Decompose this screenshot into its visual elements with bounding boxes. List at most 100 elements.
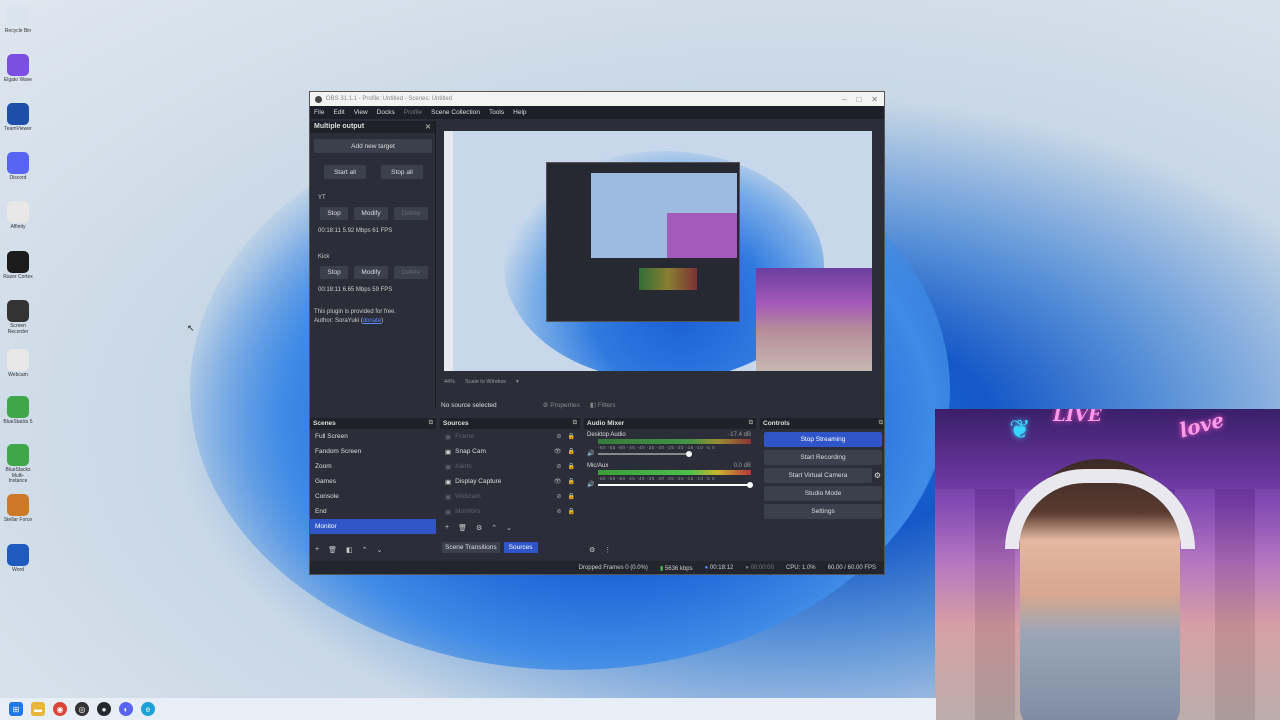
desktop-shortcut[interactable]: Word — [3, 544, 33, 574]
source-up-icon[interactable]: ⌃ — [491, 524, 497, 532]
sources-dock-menu-icon[interactable]: ⧉ — [573, 420, 577, 427]
zoom-level[interactable]: 44% — [444, 379, 455, 385]
desktop-shortcut[interactable]: Affinity — [3, 201, 33, 231]
eye-hidden-icon[interactable]: ⊘ — [556, 508, 561, 515]
edge-icon[interactable]: e — [141, 702, 155, 716]
menu-help[interactable]: Help — [513, 109, 526, 116]
eye-icon[interactable]: 👁 — [554, 478, 562, 485]
mixer-more-icon[interactable]: ⋮ — [604, 546, 611, 554]
mixer-dock-menu-icon[interactable]: ⧉ — [749, 420, 753, 427]
scene-item[interactable]: Fandom Screen — [310, 444, 436, 459]
yt-stop-button[interactable]: Stop — [320, 207, 348, 220]
desktop-shortcut[interactable]: BlueStacks Multi-Instance — [3, 444, 33, 485]
add-new-target-button[interactable]: Add new target — [314, 139, 432, 153]
lock-icon[interactable]: 🔒 — [568, 478, 575, 485]
windows-start-icon[interactable]: ⊞ — [9, 702, 23, 716]
desktop-shortcut[interactable]: Stellar Force — [3, 494, 33, 524]
desktop-shortcut[interactable]: Recycle Bin — [3, 5, 33, 35]
desktop-shortcut[interactable]: TeamViewer — [3, 103, 33, 133]
menu-file[interactable]: File — [314, 109, 324, 116]
tab-sources[interactable]: Sources — [503, 542, 538, 553]
settings-button[interactable]: Settings — [764, 504, 882, 519]
donate-link[interactable]: donate — [363, 318, 381, 324]
desktop-shortcut[interactable]: Webcam — [3, 349, 33, 379]
dock-close-icon[interactable]: ✕ — [425, 123, 431, 131]
menu-view[interactable]: View — [354, 109, 368, 116]
eye-hidden-icon[interactable]: ⊘ — [556, 493, 561, 500]
scene-item[interactable]: Full Screen — [310, 429, 436, 444]
menu-scene-collection[interactable]: Scene Collection — [431, 109, 480, 116]
source-item[interactable]: ▣ Alerts ⊘ 🔒 — [440, 459, 580, 474]
desktop-shortcut[interactable]: Discord — [3, 152, 33, 182]
scene-item[interactable]: Console — [310, 489, 436, 504]
volume-slider[interactable]: 🔊 — [584, 481, 756, 488]
yt-modify-button[interactable]: Modify — [354, 207, 388, 220]
controls-dock-menu-icon[interactable]: ⧉ — [879, 420, 883, 427]
scene-item[interactable]: Zoom — [310, 459, 436, 474]
lock-icon[interactable]: 🔒 — [568, 493, 575, 500]
window-titlebar[interactable]: OBS 31.1.1 - Profile: Untitled - Scenes:… — [310, 92, 884, 106]
menu-tools[interactable]: Tools — [489, 109, 504, 116]
scene-filters-icon[interactable]: ◧ — [346, 546, 353, 554]
add-source-icon[interactable]: + — [445, 524, 449, 532]
move-up-icon[interactable]: ⌃ — [362, 546, 368, 554]
volume-slider[interactable]: 🔊 — [584, 450, 756, 457]
eye-hidden-icon[interactable]: ⊘ — [556, 463, 561, 470]
file-explorer-icon[interactable]: ▬ — [31, 702, 45, 716]
menu-docks[interactable]: Docks — [377, 109, 395, 116]
desktop-shortcut[interactable]: Elgato Wave — [3, 54, 33, 84]
eye-hidden-icon[interactable]: ⊘ — [556, 433, 561, 440]
program-preview[interactable] — [444, 131, 872, 371]
start-recording-button[interactable]: Start Recording — [764, 450, 882, 465]
studio-mode-button[interactable]: Studio Mode — [764, 486, 882, 501]
source-item[interactable]: ▣ Frame ⊘ 🔒 — [440, 429, 580, 444]
virtual-camera-settings-icon[interactable]: ⚙ — [874, 471, 881, 480]
start-all-button[interactable]: Start all — [324, 165, 366, 179]
scale-mode[interactable]: Scale to Window — [465, 379, 506, 385]
scenes-dock-menu-icon[interactable]: ⧉ — [429, 420, 433, 427]
source-down-icon[interactable]: ⌄ — [506, 524, 512, 532]
discord-icon[interactable]: ◐ — [119, 702, 133, 716]
obs-icon[interactable]: ◎ — [75, 702, 89, 716]
lock-icon[interactable]: 🔒 — [568, 433, 575, 440]
desktop-shortcut[interactable]: Screen Recorder — [3, 300, 33, 335]
menu-edit[interactable]: Edit — [333, 109, 344, 116]
speaker-icon[interactable]: 🔊 — [587, 450, 594, 457]
speaker-icon[interactable]: 🔊 — [587, 481, 594, 488]
scene-item[interactable]: End — [310, 504, 436, 519]
properties-button[interactable]: ⚙ Properties — [543, 401, 580, 409]
menu-profile[interactable]: Profile — [404, 109, 422, 116]
eye-icon[interactable]: 👁 — [554, 448, 562, 455]
tab-scene-transitions[interactable]: Scene Transitions — [442, 542, 500, 553]
lock-icon[interactable]: 🔒 — [568, 448, 575, 455]
remove-source-icon[interactable]: 🗑 — [458, 524, 467, 532]
source-item[interactable]: ▣ Monitors ⊘ 🔒 — [440, 504, 580, 519]
scene-item[interactable]: Games — [310, 474, 436, 489]
move-down-icon[interactable]: ⌄ — [376, 546, 382, 554]
minimize-icon[interactable]: – — [842, 95, 846, 104]
scale-dropdown-icon[interactable]: ▾ — [516, 379, 519, 385]
stop-all-button[interactable]: Stop all — [381, 165, 423, 179]
close-icon[interactable]: ✕ — [871, 95, 878, 104]
stop-streaming-button[interactable]: Stop Streaming — [764, 432, 882, 447]
source-settings-icon[interactable]: ⚙ — [476, 524, 482, 532]
start-virtual-camera-button[interactable]: Start Virtual Camera — [764, 468, 872, 483]
add-scene-icon[interactable]: + — [315, 546, 319, 554]
maximize-icon[interactable]: □ — [856, 95, 861, 104]
kick-modify-button[interactable]: Modify — [354, 266, 388, 279]
kick-stop-button[interactable]: Stop — [320, 266, 348, 279]
desktop-shortcut[interactable]: Razer Cortex — [3, 251, 33, 281]
yt-delete-button[interactable]: Delete — [394, 207, 428, 220]
remove-scene-icon[interactable]: 🗑 — [328, 546, 337, 554]
source-item[interactable]: ▣ Webcam ⊘ 🔒 — [440, 489, 580, 504]
github-icon[interactable]: ● — [97, 702, 111, 716]
kick-delete-button[interactable]: Delete — [394, 266, 428, 279]
filters-button[interactable]: ◧ Filters — [590, 401, 616, 409]
scene-item[interactable]: Monitor — [310, 519, 436, 534]
mixer-settings-icon[interactable]: ⚙ — [589, 546, 595, 554]
chrome-icon[interactable]: ◉ — [53, 702, 67, 716]
lock-icon[interactable]: 🔒 — [568, 463, 575, 470]
lock-icon[interactable]: 🔒 — [568, 508, 575, 515]
source-item[interactable]: ▣ Snap Cam 👁 🔒 — [440, 444, 580, 459]
source-item[interactable]: ▣ Display Capture 👁 🔒 — [440, 474, 580, 489]
